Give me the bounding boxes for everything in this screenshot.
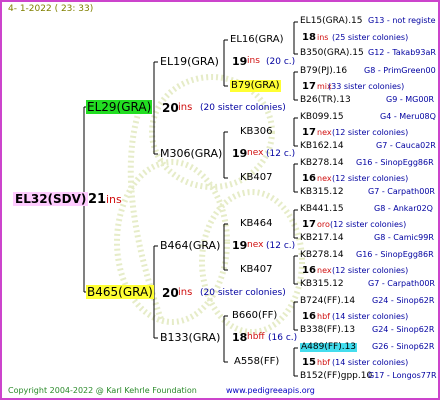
gen4-note-7: (14 sister colonies) xyxy=(332,312,409,321)
gen4-top-code-1: G13 - not registe xyxy=(368,16,436,25)
gen1-note-1: (20 sister colonies) xyxy=(200,103,286,113)
gen4-note-5: (12 sister colonies) xyxy=(330,220,407,229)
gen4-top-code-8: G26 - Sinop62R xyxy=(372,342,435,351)
gen4-note-6: (12 sister colonies) xyxy=(332,266,409,275)
gen3-queen-2[interactable]: B79(GRA) xyxy=(230,80,281,92)
gen1-queen-1[interactable]: EL29(GRA) xyxy=(86,100,153,114)
gen4-note-1: (25 sister colonies) xyxy=(332,33,409,42)
gen3-queen-6[interactable]: KB407 xyxy=(240,265,273,275)
gen4-bottom-code-6: G7 - Carpath00R xyxy=(368,279,435,288)
gen4-note-3: (12 sister colonies) xyxy=(332,128,409,137)
gen4-bottom-code-2: G9 - MG00R xyxy=(386,95,435,104)
gen3-queen-7[interactable]: B660(FF) xyxy=(232,311,277,321)
gen4-bottom-code-5: G8 - Camic99R xyxy=(374,233,434,242)
gen2-note-3: (12 c.) xyxy=(266,241,296,251)
gen4-note-2: (33 sister colonies) xyxy=(328,82,405,91)
gen2-suffix-3: nex xyxy=(247,240,264,250)
gen2-year-1: 19 xyxy=(232,55,248,68)
gen4-suffix-7: hbf xyxy=(317,312,330,321)
gen2-year-4: 18 xyxy=(232,331,248,344)
gen4-suffix-5: oro xyxy=(317,220,330,229)
gen2-suffix-1: ins xyxy=(247,56,260,66)
gen2-queen-3[interactable]: B464(GRA) xyxy=(160,240,220,251)
pedigree-frame: 4- 1-2022 ( 23: 33) EL32(SDV) 21 ins EL2… xyxy=(0,0,440,400)
gen4-bottom-5[interactable]: KB217.14 xyxy=(300,234,344,243)
root-queen[interactable]: EL32(SDV) xyxy=(13,192,89,206)
gen2-year-3: 19 xyxy=(232,239,248,252)
gen4-top-2[interactable]: B79(PJ).16 xyxy=(300,67,347,76)
gen4-year-5: 17 xyxy=(302,219,316,230)
gen2-note-2: (12 c.) xyxy=(266,149,296,159)
gen2-queen-1[interactable]: EL19(GRA) xyxy=(160,56,219,67)
gen4-top-code-2: G8 - PrimGreen00 xyxy=(364,66,436,75)
gen4-bottom-2[interactable]: B26(TR).13 xyxy=(300,96,351,105)
copyright-text: Copyright 2004-2022 @ Karl Kehrle Founda… xyxy=(8,386,197,395)
gen3-queen-3[interactable]: KB306 xyxy=(240,127,273,137)
gen4-bottom-code-3: G7 - Cauca02R xyxy=(376,141,436,150)
gen3-queen-5[interactable]: KB464 xyxy=(240,219,273,229)
root-suffix: ins xyxy=(106,193,122,206)
gen4-bottom-6[interactable]: KB315.12 xyxy=(300,280,344,289)
gen4-bottom-code-7: G24 - Sinop62R xyxy=(372,325,435,334)
gen4-top-8[interactable]: A489(FF).13 xyxy=(300,343,358,352)
gen4-top-7[interactable]: B724(FF).14 xyxy=(300,297,355,306)
gen2-queen-2[interactable]: M306(GRA) xyxy=(160,148,222,159)
gen4-note-8: (14 sister colonies) xyxy=(332,358,409,367)
site-link[interactable]: www.pedigreeapis.org xyxy=(226,387,315,395)
gen4-bottom-3[interactable]: KB162.14 xyxy=(300,142,344,151)
gen4-top-code-7: G24 - Sinop62R xyxy=(372,296,435,305)
gen4-top-5[interactable]: KB441.15 xyxy=(300,205,344,214)
gen4-top-3[interactable]: KB099.15 xyxy=(300,113,344,122)
gen2-year-2: 19 xyxy=(232,147,248,160)
gen4-top-6[interactable]: KB278.14 xyxy=(300,251,344,260)
gen4-year-2: 17 xyxy=(302,81,316,92)
gen4-suffix-1: ins xyxy=(317,33,329,42)
gen4-year-8: 15 xyxy=(302,357,316,368)
gen1-suffix-1: ins xyxy=(178,102,193,113)
gen1-year-2: 20 xyxy=(162,286,179,300)
gen4-top-code-5: G8 - Ankar02Q xyxy=(374,204,433,213)
gen2-suffix-4: hbff xyxy=(247,332,265,342)
gen4-suffix-6: nex xyxy=(317,266,332,275)
gen3-queen-8[interactable]: A558(FF) xyxy=(234,357,279,367)
gen4-bottom-code-8: G17 - Longos77R xyxy=(368,371,437,380)
gen4-bottom-4[interactable]: KB315.12 xyxy=(300,188,344,197)
gen4-bottom-1[interactable]: B350(GRA).15 xyxy=(300,49,364,58)
gen1-suffix-2: ins xyxy=(178,287,193,298)
gen4-year-3: 17 xyxy=(302,127,316,138)
gen4-top-1[interactable]: EL15(GRA).15 xyxy=(300,17,363,26)
date-stamp: 4- 1-2022 ( 23: 33) xyxy=(8,4,94,14)
gen4-note-4: (12 sister colonies) xyxy=(332,174,409,183)
gen4-year-1: 18 xyxy=(302,32,316,43)
gen1-note-2: (20 sister colonies) xyxy=(200,288,286,298)
gen4-top-code-6: G16 - SinopEgg86R xyxy=(356,250,434,259)
gen4-year-7: 16 xyxy=(302,311,316,322)
gen3-queen-1[interactable]: EL16(GRA) xyxy=(230,35,284,45)
gen4-year-6: 16 xyxy=(302,265,316,276)
gen2-suffix-2: nex xyxy=(247,148,264,158)
gen2-queen-4[interactable]: B133(GRA) xyxy=(160,332,220,343)
gen2-note-4: (16 c.) xyxy=(268,333,298,343)
gen4-bottom-code-4: G7 - Carpath00R xyxy=(368,187,435,196)
gen4-top-code-4: G16 - SinopEgg86R xyxy=(356,158,434,167)
gen1-year-1: 20 xyxy=(162,101,179,115)
gen4-bottom-8[interactable]: B152(FF)gpp.10 xyxy=(300,372,372,381)
gen4-suffix-4: nex xyxy=(317,174,332,183)
gen4-bottom-7[interactable]: B338(FF).13 xyxy=(300,326,355,335)
gen1-queen-2[interactable]: B465(GRA) xyxy=(86,285,154,299)
gen4-year-4: 16 xyxy=(302,173,316,184)
gen4-top-code-3: G4 - Meru08Q xyxy=(380,112,436,121)
gen4-top-4[interactable]: KB278.14 xyxy=(300,159,344,168)
gen2-note-1: (20 c.) xyxy=(266,57,296,67)
gen3-queen-4[interactable]: KB407 xyxy=(240,173,273,183)
root-year: 21 xyxy=(88,192,107,207)
gen4-suffix-8: hbf xyxy=(317,358,330,367)
gen4-suffix-3: nex xyxy=(317,128,332,137)
gen4-bottom-code-1: G12 - Takab93aR xyxy=(368,48,436,57)
